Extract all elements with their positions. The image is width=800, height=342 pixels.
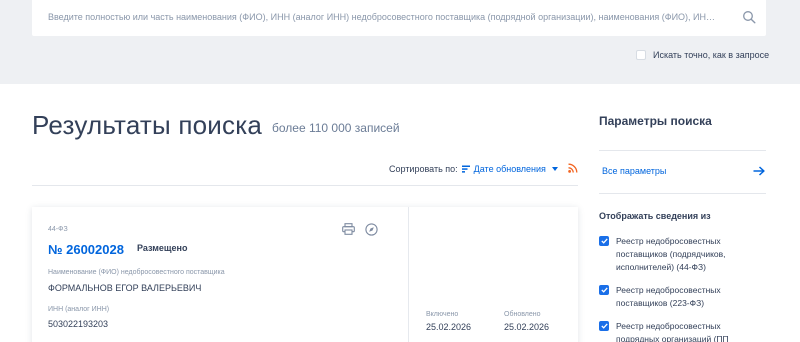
included-label: Включено <box>426 311 459 318</box>
chevron-down-icon[interactable] <box>551 167 558 171</box>
result-card: 44-ФЗ № 26002028 Размещено Наименование … <box>32 207 578 342</box>
registry-label: Реестр недобросовестных поставщиков (под… <box>616 236 726 272</box>
params-title: Параметры поиска <box>599 114 712 128</box>
checkbox-checked[interactable] <box>599 236 609 246</box>
included-date: 25.02.2026 <box>426 322 472 332</box>
check-icon <box>600 238 608 244</box>
show-from-title: Отображать сведения из <box>599 211 711 221</box>
all-params-link[interactable]: Все параметры <box>602 166 666 176</box>
sort-value[interactable]: Дате обновления <box>474 164 546 174</box>
registry-option[interactable]: Реестр недобросовестных поставщиков (223… <box>599 284 766 310</box>
rss-icon[interactable] <box>568 163 578 173</box>
status-badge: Размещено <box>137 243 188 253</box>
check-icon <box>600 323 608 329</box>
exact-search-option[interactable]: Искать точно, как в запросе <box>636 50 769 60</box>
card-divider <box>408 207 409 342</box>
results-divider <box>32 185 578 186</box>
registry-option[interactable]: Реестр недобросовестных подрядных органи… <box>599 320 766 342</box>
supplier-name: ФОРМАЛЬНОВ ЕГОР ВАЛЕРЬЕВИЧ <box>48 283 202 293</box>
sort-control[interactable]: Сортировать по: Дате обновления <box>389 164 558 174</box>
params-divider <box>599 150 766 151</box>
sort-order-icon[interactable] <box>461 165 470 173</box>
inn-label: ИНН (аналог ИНН) <box>48 306 110 313</box>
registry-label: Реестр недобросовестных поставщиков (223… <box>616 285 721 308</box>
inn-value: 503022193203 <box>48 319 109 329</box>
exact-search-checkbox[interactable] <box>636 50 646 60</box>
registry-number-link[interactable]: № 26002028 <box>48 242 124 257</box>
search-icon[interactable] <box>742 10 756 24</box>
supplier-label: Наименование (ФИО) недобросовестного пос… <box>48 269 225 276</box>
sort-label: Сортировать по: <box>389 164 458 174</box>
law-tag: 44-ФЗ <box>48 226 68 233</box>
check-icon <box>600 287 608 293</box>
registry-label: Реестр недобросовестных подрядных органи… <box>616 321 729 342</box>
search-input[interactable]: Введите полностью или часть наименования… <box>32 0 766 36</box>
arrow-right-icon[interactable] <box>753 166 765 176</box>
search-placeholder: Введите полностью или часть наименования… <box>48 12 718 22</box>
compass-icon[interactable] <box>365 223 378 236</box>
exact-search-label: Искать точно, как в запросе <box>653 50 770 60</box>
print-icon[interactable] <box>342 223 355 235</box>
results-count: более 110 000 записей <box>272 121 400 135</box>
updated-date: 25.02.2026 <box>504 322 550 332</box>
checkbox-checked[interactable] <box>599 285 609 295</box>
page-title: Результаты поиска <box>32 110 263 140</box>
updated-label: Обновлено <box>504 311 541 318</box>
checkbox-checked[interactable] <box>599 321 609 331</box>
registry-option[interactable]: Реестр недобросовестных поставщиков (под… <box>599 235 766 274</box>
params-divider <box>599 193 766 194</box>
